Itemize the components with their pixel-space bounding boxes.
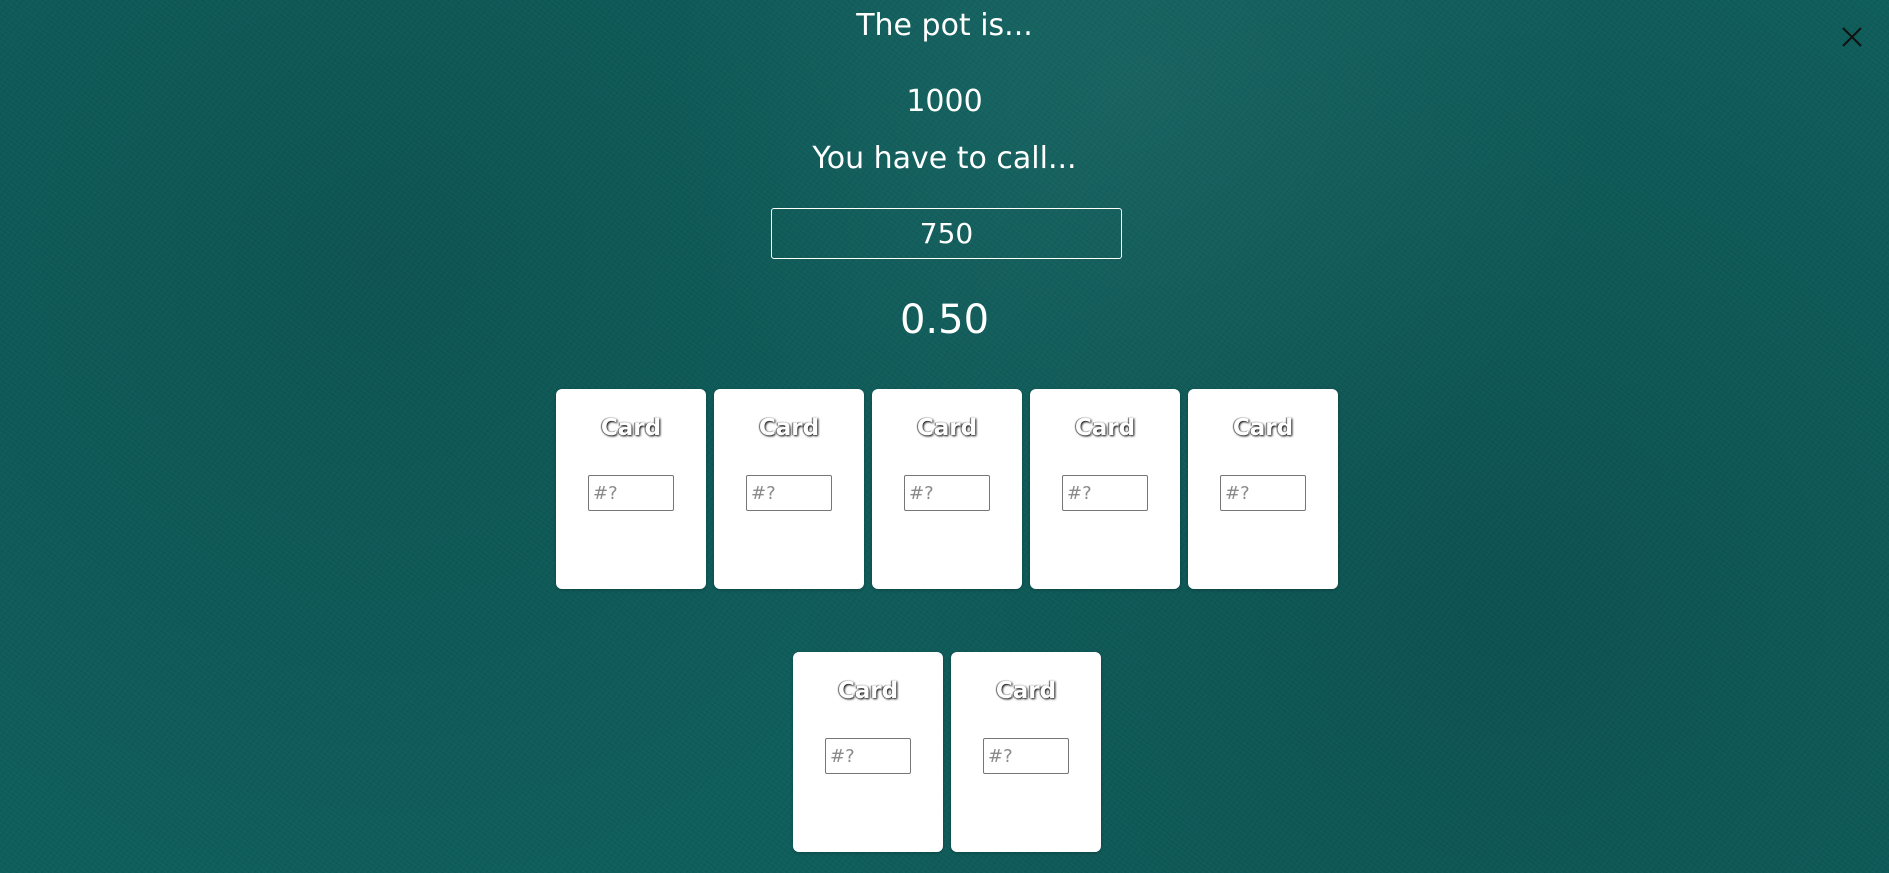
card-label: Card bbox=[916, 415, 978, 441]
odds-value: 0.50 bbox=[899, 297, 990, 343]
card-number-input[interactable] bbox=[1062, 475, 1148, 511]
card-label: Card bbox=[1074, 415, 1136, 441]
card-label: Card bbox=[1232, 415, 1294, 441]
card-number-input[interactable] bbox=[983, 738, 1069, 774]
card-label: Card bbox=[600, 415, 662, 441]
card-number-input[interactable] bbox=[746, 475, 832, 511]
call-amount-input[interactable] bbox=[771, 208, 1122, 259]
community-card: Card bbox=[1188, 389, 1338, 589]
community-card: Card bbox=[714, 389, 864, 589]
card-number-input[interactable] bbox=[1220, 475, 1306, 511]
pot-label: The pot is... bbox=[856, 8, 1033, 43]
card-number-input[interactable] bbox=[904, 475, 990, 511]
card-label: Card bbox=[995, 678, 1057, 704]
hole-card: Card bbox=[793, 652, 943, 852]
pot-value: 1000 bbox=[906, 84, 983, 119]
card-label: Card bbox=[837, 678, 899, 704]
community-card: Card bbox=[872, 389, 1022, 589]
hole-card: Card bbox=[951, 652, 1101, 852]
community-card: Card bbox=[556, 389, 706, 589]
card-label: Card bbox=[758, 415, 820, 441]
card-number-input[interactable] bbox=[825, 738, 911, 774]
card-number-input[interactable] bbox=[588, 475, 674, 511]
call-label: You have to call... bbox=[812, 141, 1077, 176]
community-card: Card bbox=[1030, 389, 1180, 589]
